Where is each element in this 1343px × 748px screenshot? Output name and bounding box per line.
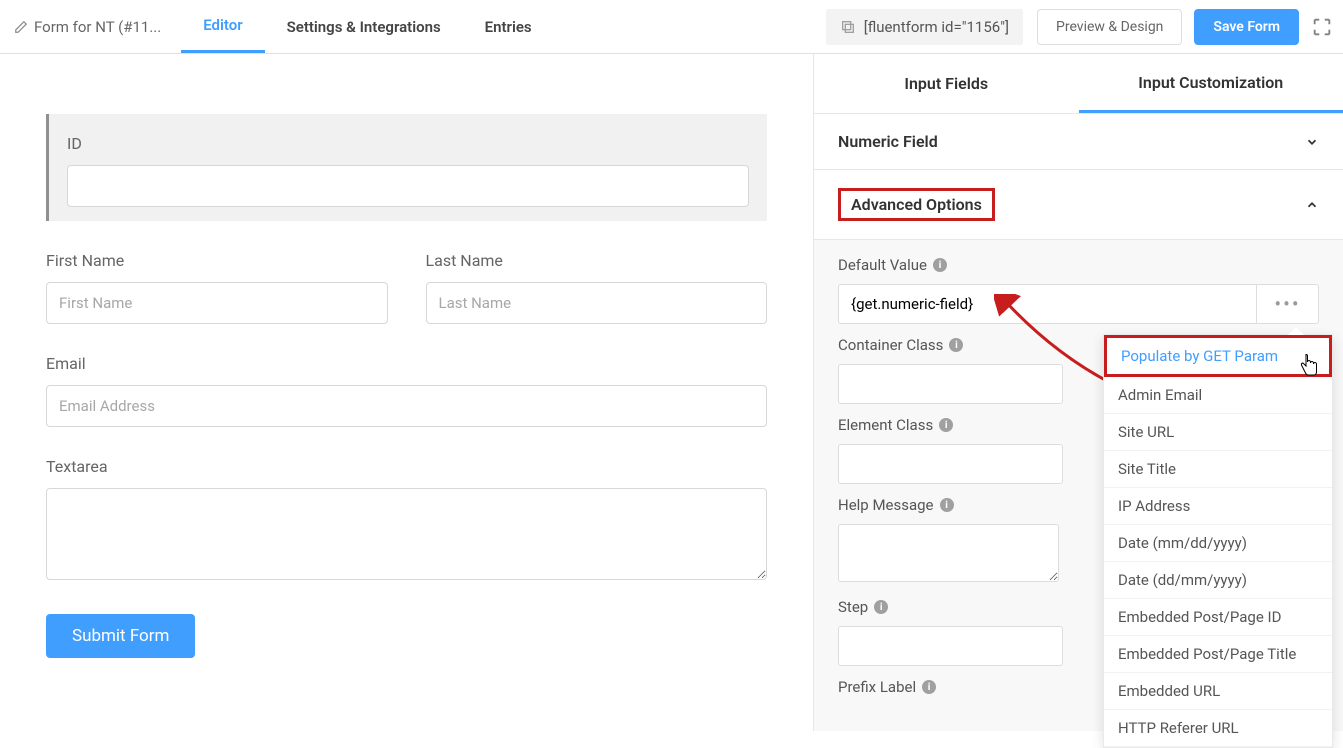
shortcode-box[interactable]: [fluentform id="1156"]	[826, 9, 1023, 45]
form-title[interactable]: Form for NT (#11...	[0, 18, 175, 36]
field-block-email[interactable]: Email	[46, 354, 767, 427]
tab-entries[interactable]: Entries	[463, 0, 554, 53]
field-block-textarea[interactable]: Textarea	[46, 457, 767, 584]
email-input[interactable]	[46, 385, 767, 427]
info-icon[interactable]: i	[939, 418, 953, 432]
tab-input-fields[interactable]: Input Fields	[814, 54, 1079, 113]
element-class-input[interactable]	[838, 444, 1063, 484]
id-input[interactable]	[67, 165, 749, 207]
cursor-hand-icon	[1299, 354, 1319, 378]
shortcode-text: [fluentform id="1156"]	[864, 18, 1009, 36]
textarea-input[interactable]	[46, 488, 767, 580]
pencil-icon	[14, 20, 28, 34]
dropdown-item-post-id[interactable]: Embedded Post/Page ID	[1104, 599, 1332, 636]
chevron-down-icon	[1305, 135, 1319, 149]
dropdown-item-referer-url[interactable]: HTTP Referer URL	[1104, 710, 1332, 747]
tab-settings[interactable]: Settings & Integrations	[265, 0, 463, 53]
accordion-advanced-options[interactable]: Advanced Options	[814, 170, 1343, 240]
last-name-label: Last Name	[426, 251, 768, 270]
shortcode-dropdown: Populate by GET Param Admin Email Site U…	[1103, 334, 1333, 748]
info-icon[interactable]: i	[940, 498, 954, 512]
chevron-up-icon	[1305, 198, 1319, 212]
dropdown-item-date-dmy[interactable]: Date (dd/mm/yyyy)	[1104, 562, 1332, 599]
preview-design-button[interactable]: Preview & Design	[1037, 9, 1182, 45]
prefix-label-label: Prefix Label	[838, 678, 916, 696]
right-panel: Input Fields Input Customization Numeric…	[813, 54, 1343, 731]
form-title-text: Form for NT (#11...	[34, 18, 161, 36]
main-area: ID First Name Last Name Email Textarea S…	[0, 54, 1343, 731]
fullscreen-icon[interactable]	[1311, 16, 1333, 38]
dropdown-arrow-icon	[1288, 327, 1304, 335]
info-icon[interactable]: i	[874, 600, 888, 614]
dropdown-item-embedded-url[interactable]: Embedded URL	[1104, 673, 1332, 710]
main-tabs: Editor Settings & Integrations Entries	[181, 0, 553, 53]
right-panel-tabs: Input Fields Input Customization	[814, 54, 1343, 114]
field-block-first-name[interactable]: First Name	[46, 251, 388, 324]
step-label: Step	[838, 598, 868, 616]
numeric-field-label: Numeric Field	[838, 132, 938, 151]
first-name-input[interactable]	[46, 282, 388, 324]
top-bar: Form for NT (#11... Editor Settings & In…	[0, 0, 1343, 54]
default-value-label: Default Value	[838, 256, 927, 274]
last-name-input[interactable]	[426, 282, 768, 324]
dropdown-item-ip-address[interactable]: IP Address	[1104, 488, 1332, 525]
element-class-label: Element Class	[838, 416, 933, 434]
field-block-last-name[interactable]: Last Name	[426, 251, 768, 324]
dropdown-item-admin-email[interactable]: Admin Email	[1104, 377, 1332, 414]
container-class-input[interactable]	[838, 364, 1063, 404]
step-input[interactable]	[838, 626, 1063, 666]
option-default-value: Default Value i •••	[814, 244, 1343, 324]
info-icon[interactable]: i	[933, 258, 947, 272]
save-form-button[interactable]: Save Form	[1194, 9, 1299, 45]
more-options-button[interactable]: •••	[1257, 284, 1319, 324]
container-class-label: Container Class	[838, 336, 943, 354]
id-label: ID	[67, 134, 749, 153]
submit-button[interactable]: Submit Form	[46, 614, 195, 658]
copy-icon	[840, 19, 856, 35]
info-icon[interactable]: i	[949, 338, 963, 352]
dropdown-item-site-url[interactable]: Site URL	[1104, 414, 1332, 451]
textarea-label: Textarea	[46, 457, 767, 476]
help-message-input[interactable]	[838, 524, 1059, 582]
advanced-options-label: Advanced Options	[838, 188, 995, 221]
info-icon[interactable]: i	[922, 680, 936, 694]
help-message-label: Help Message	[838, 496, 934, 514]
accordion-numeric-field[interactable]: Numeric Field	[814, 114, 1343, 170]
form-canvas: ID First Name Last Name Email Textarea S…	[0, 54, 813, 731]
first-name-label: First Name	[46, 251, 388, 270]
email-label: Email	[46, 354, 767, 373]
dropdown-item-get-param[interactable]: Populate by GET Param	[1104, 335, 1332, 377]
default-value-input[interactable]	[838, 284, 1257, 324]
tab-editor[interactable]: Editor	[181, 0, 264, 53]
field-block-id[interactable]: ID	[46, 114, 767, 221]
tab-input-customization[interactable]: Input Customization	[1079, 54, 1343, 113]
dropdown-item-site-title[interactable]: Site Title	[1104, 451, 1332, 488]
dropdown-item-post-title[interactable]: Embedded Post/Page Title	[1104, 636, 1332, 673]
dropdown-item-date-mdy[interactable]: Date (mm/dd/yyyy)	[1104, 525, 1332, 562]
